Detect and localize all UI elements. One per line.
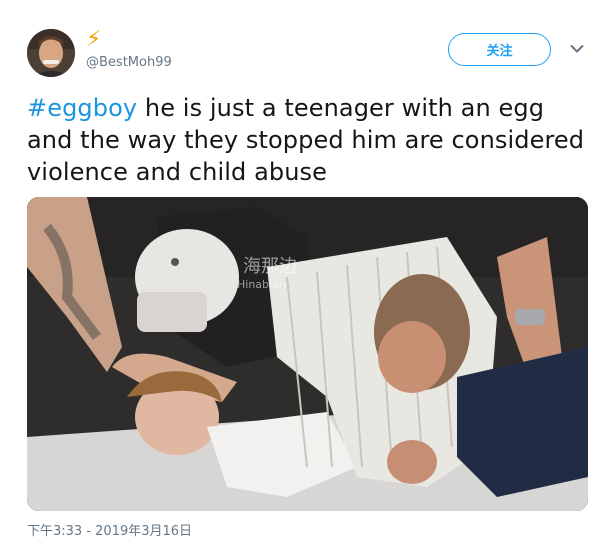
avatar[interactable] [27, 29, 75, 77]
tweet-card: ⚡ @BestMoh99 关注 #eggboy he is just a tee… [0, 0, 612, 549]
photo-image [27, 197, 588, 511]
chevron-down-icon[interactable] [570, 44, 584, 54]
watermark: 海那边 [243, 256, 297, 277]
timestamp[interactable]: 下午3:33 - 2019年3月16日 [27, 524, 192, 540]
avatar-image [27, 29, 75, 77]
tweet-text: #eggboy he is just a teenager with an eg… [27, 92, 597, 188]
hashtag-link[interactable]: #eggboy [27, 94, 137, 122]
watermark-sub: Hinabian [237, 278, 286, 291]
display-name[interactable]: ⚡ [86, 28, 101, 52]
tweet-photo[interactable]: 海那边 Hinabian [27, 197, 588, 511]
user-handle[interactable]: @BestMoh99 [86, 55, 172, 71]
follow-button[interactable]: 关注 [448, 33, 551, 66]
